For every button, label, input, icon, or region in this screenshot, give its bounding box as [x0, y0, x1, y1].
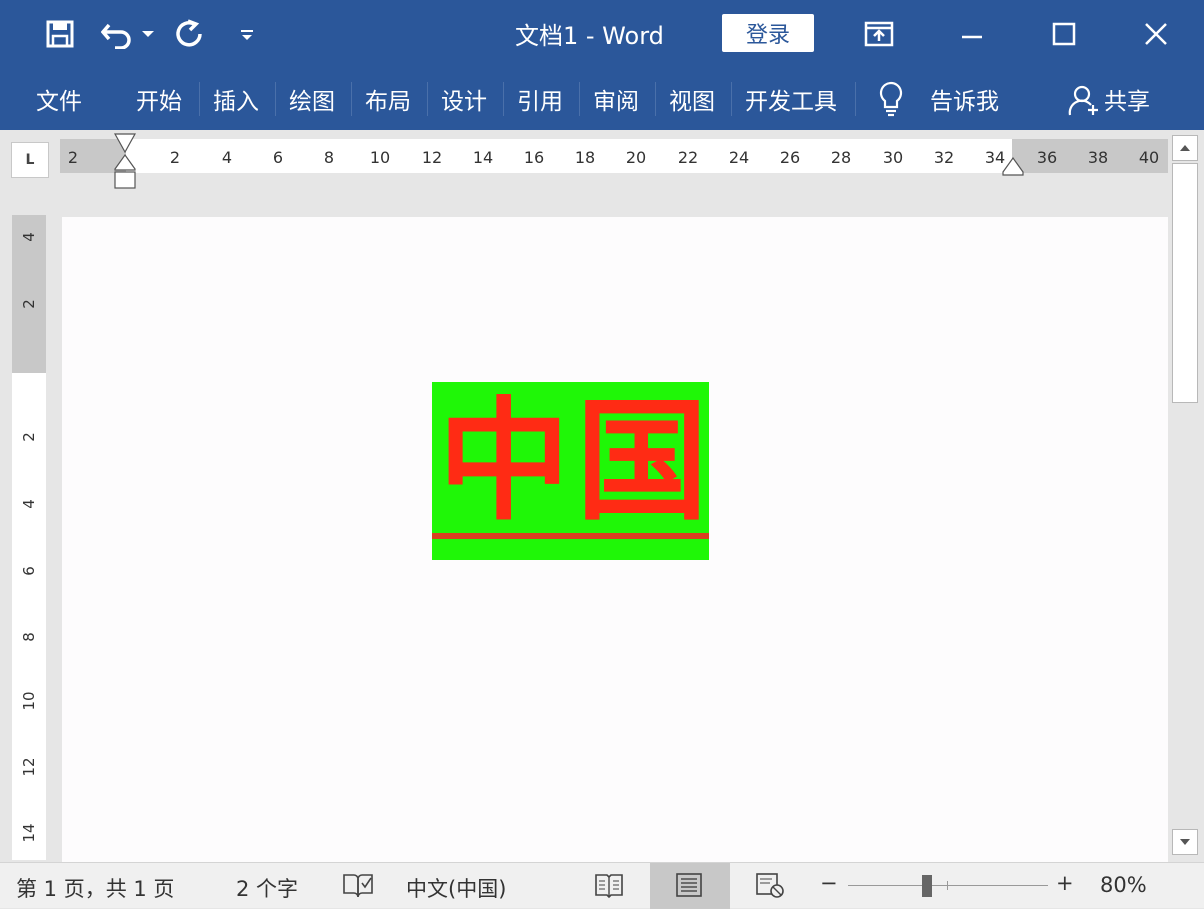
customize-qat-icon[interactable] [234, 22, 260, 48]
maximize-icon[interactable] [1048, 18, 1080, 50]
ruler-tick: 8 [20, 632, 38, 642]
proofing-book-icon[interactable] [342, 871, 374, 903]
ruler-tick: 36 [1036, 148, 1058, 167]
tab-home[interactable]: 开始 [136, 82, 182, 116]
ruler-tick: 24 [728, 148, 750, 167]
hanging-indent-marker[interactable] [114, 153, 136, 190]
inserted-picture[interactable]: 中国 [432, 382, 709, 560]
tab-layout[interactable]: 布局 [365, 82, 411, 116]
tab-separator [427, 82, 428, 116]
ruler-tick: 2 [20, 299, 38, 309]
web-layout-icon[interactable] [754, 871, 786, 903]
word-count[interactable]: 2 个字 [236, 873, 298, 903]
ruler-tick: 12 [20, 757, 38, 777]
ruler-tick: 30 [882, 148, 904, 167]
undo-icon[interactable] [100, 18, 136, 50]
tell-me-search[interactable]: 告诉我 [930, 82, 999, 116]
right-indent-marker[interactable] [1002, 156, 1024, 176]
minimize-icon[interactable] [956, 18, 988, 50]
login-button[interactable]: 登录 [722, 14, 814, 52]
read-mode-icon[interactable] [594, 871, 624, 903]
tab-separator [731, 82, 732, 116]
ruler-tick: 14 [472, 148, 494, 167]
ruler-tick: 40 [1138, 148, 1160, 167]
ruler-tick: 10 [369, 148, 391, 167]
status-bar: 第 1 页，共 1 页 2 个字 中文(中国) − + 80% [0, 862, 1204, 909]
ruler-tick: 12 [421, 148, 443, 167]
scroll-up-icon[interactable] [1172, 135, 1198, 161]
tab-separator [275, 82, 276, 116]
tab-view[interactable]: 视图 [669, 82, 715, 116]
tab-separator [855, 82, 856, 116]
zoom-level[interactable]: 80% [1100, 873, 1147, 897]
ruler-tick: 22 [677, 148, 699, 167]
tab-separator [199, 82, 200, 116]
document-page[interactable]: 中国 [62, 217, 1168, 862]
tab-separator [503, 82, 504, 116]
ruler-tick: 2 [169, 148, 181, 167]
ruler-area: L 2 2 4 6 8 10 12 14 16 18 20 22 24 26 2… [0, 130, 1204, 216]
zoom-slider-track[interactable] [848, 885, 1048, 886]
ruler-tick: 32 [933, 148, 955, 167]
title-bar: 文档1 - Word 登录 [0, 0, 1204, 68]
ruler-tick: 4 [20, 232, 38, 242]
page-count[interactable]: 第 1 页，共 1 页 [16, 873, 174, 903]
tab-review[interactable]: 审阅 [593, 82, 639, 116]
window-title: 文档1 - Word [515, 22, 664, 50]
ruler-tick: 16 [523, 148, 545, 167]
share-button[interactable]: 共享 [1104, 82, 1150, 116]
tab-design[interactable]: 设计 [441, 82, 487, 116]
language-indicator[interactable]: 中文(中国) [406, 873, 506, 903]
zoom-slider-center-mark [947, 881, 948, 890]
save-icon[interactable] [44, 18, 76, 50]
tab-draw[interactable]: 绘图 [289, 82, 335, 116]
ruler-tick: 28 [830, 148, 852, 167]
print-layout-icon[interactable] [674, 871, 704, 903]
ruler-tick: 26 [779, 148, 801, 167]
zoom-in-button[interactable]: + [1056, 871, 1074, 895]
vertical-ruler[interactable]: 4 2 2 4 6 8 10 12 14 [12, 215, 46, 860]
share-person-icon[interactable] [1066, 82, 1102, 118]
ruler-tick: 10 [20, 691, 38, 711]
ruler-tick: 4 [20, 499, 38, 509]
first-line-indent-marker[interactable] [113, 133, 137, 155]
tab-separator [655, 82, 656, 116]
scroll-down-icon[interactable] [1172, 829, 1198, 855]
undo-dropdown-icon[interactable] [138, 24, 158, 44]
ruler-tick: 2 [20, 432, 38, 442]
tab-separator [579, 82, 580, 116]
zoom-slider-thumb[interactable] [922, 875, 932, 897]
ruler-tick: 20 [625, 148, 647, 167]
picture-text: 中国 [438, 384, 714, 539]
redo-icon[interactable] [172, 18, 206, 50]
ruler-tick: 2 [67, 148, 79, 167]
tab-separator [351, 82, 352, 116]
ribbon-display-icon[interactable] [862, 18, 896, 50]
tab-developer[interactable]: 开发工具 [745, 82, 837, 116]
picture-underline [432, 533, 709, 539]
vertical-scrollbar[interactable] [1170, 133, 1202, 861]
tab-insert[interactable]: 插入 [213, 82, 259, 116]
ruler-tick: 18 [574, 148, 596, 167]
ruler-tick: 6 [20, 566, 38, 576]
ruler-tick: 8 [323, 148, 335, 167]
zoom-out-button[interactable]: − [820, 871, 838, 895]
ribbon-tabs: 文件 开始 插入 绘图 布局 设计 引用 审阅 视图 开发工具 告诉我 共享 [0, 68, 1204, 130]
ruler-tick: 4 [221, 148, 233, 167]
lightbulb-icon[interactable] [876, 80, 906, 118]
close-icon[interactable] [1140, 18, 1172, 50]
tab-file[interactable]: 文件 [36, 82, 82, 116]
tab-selector[interactable]: L [11, 142, 49, 178]
ruler-tick: 6 [272, 148, 284, 167]
ruler-tick: 14 [20, 823, 38, 843]
scrollbar-thumb[interactable] [1172, 163, 1198, 403]
ruler-tick: 38 [1087, 148, 1109, 167]
tab-references[interactable]: 引用 [517, 82, 563, 116]
